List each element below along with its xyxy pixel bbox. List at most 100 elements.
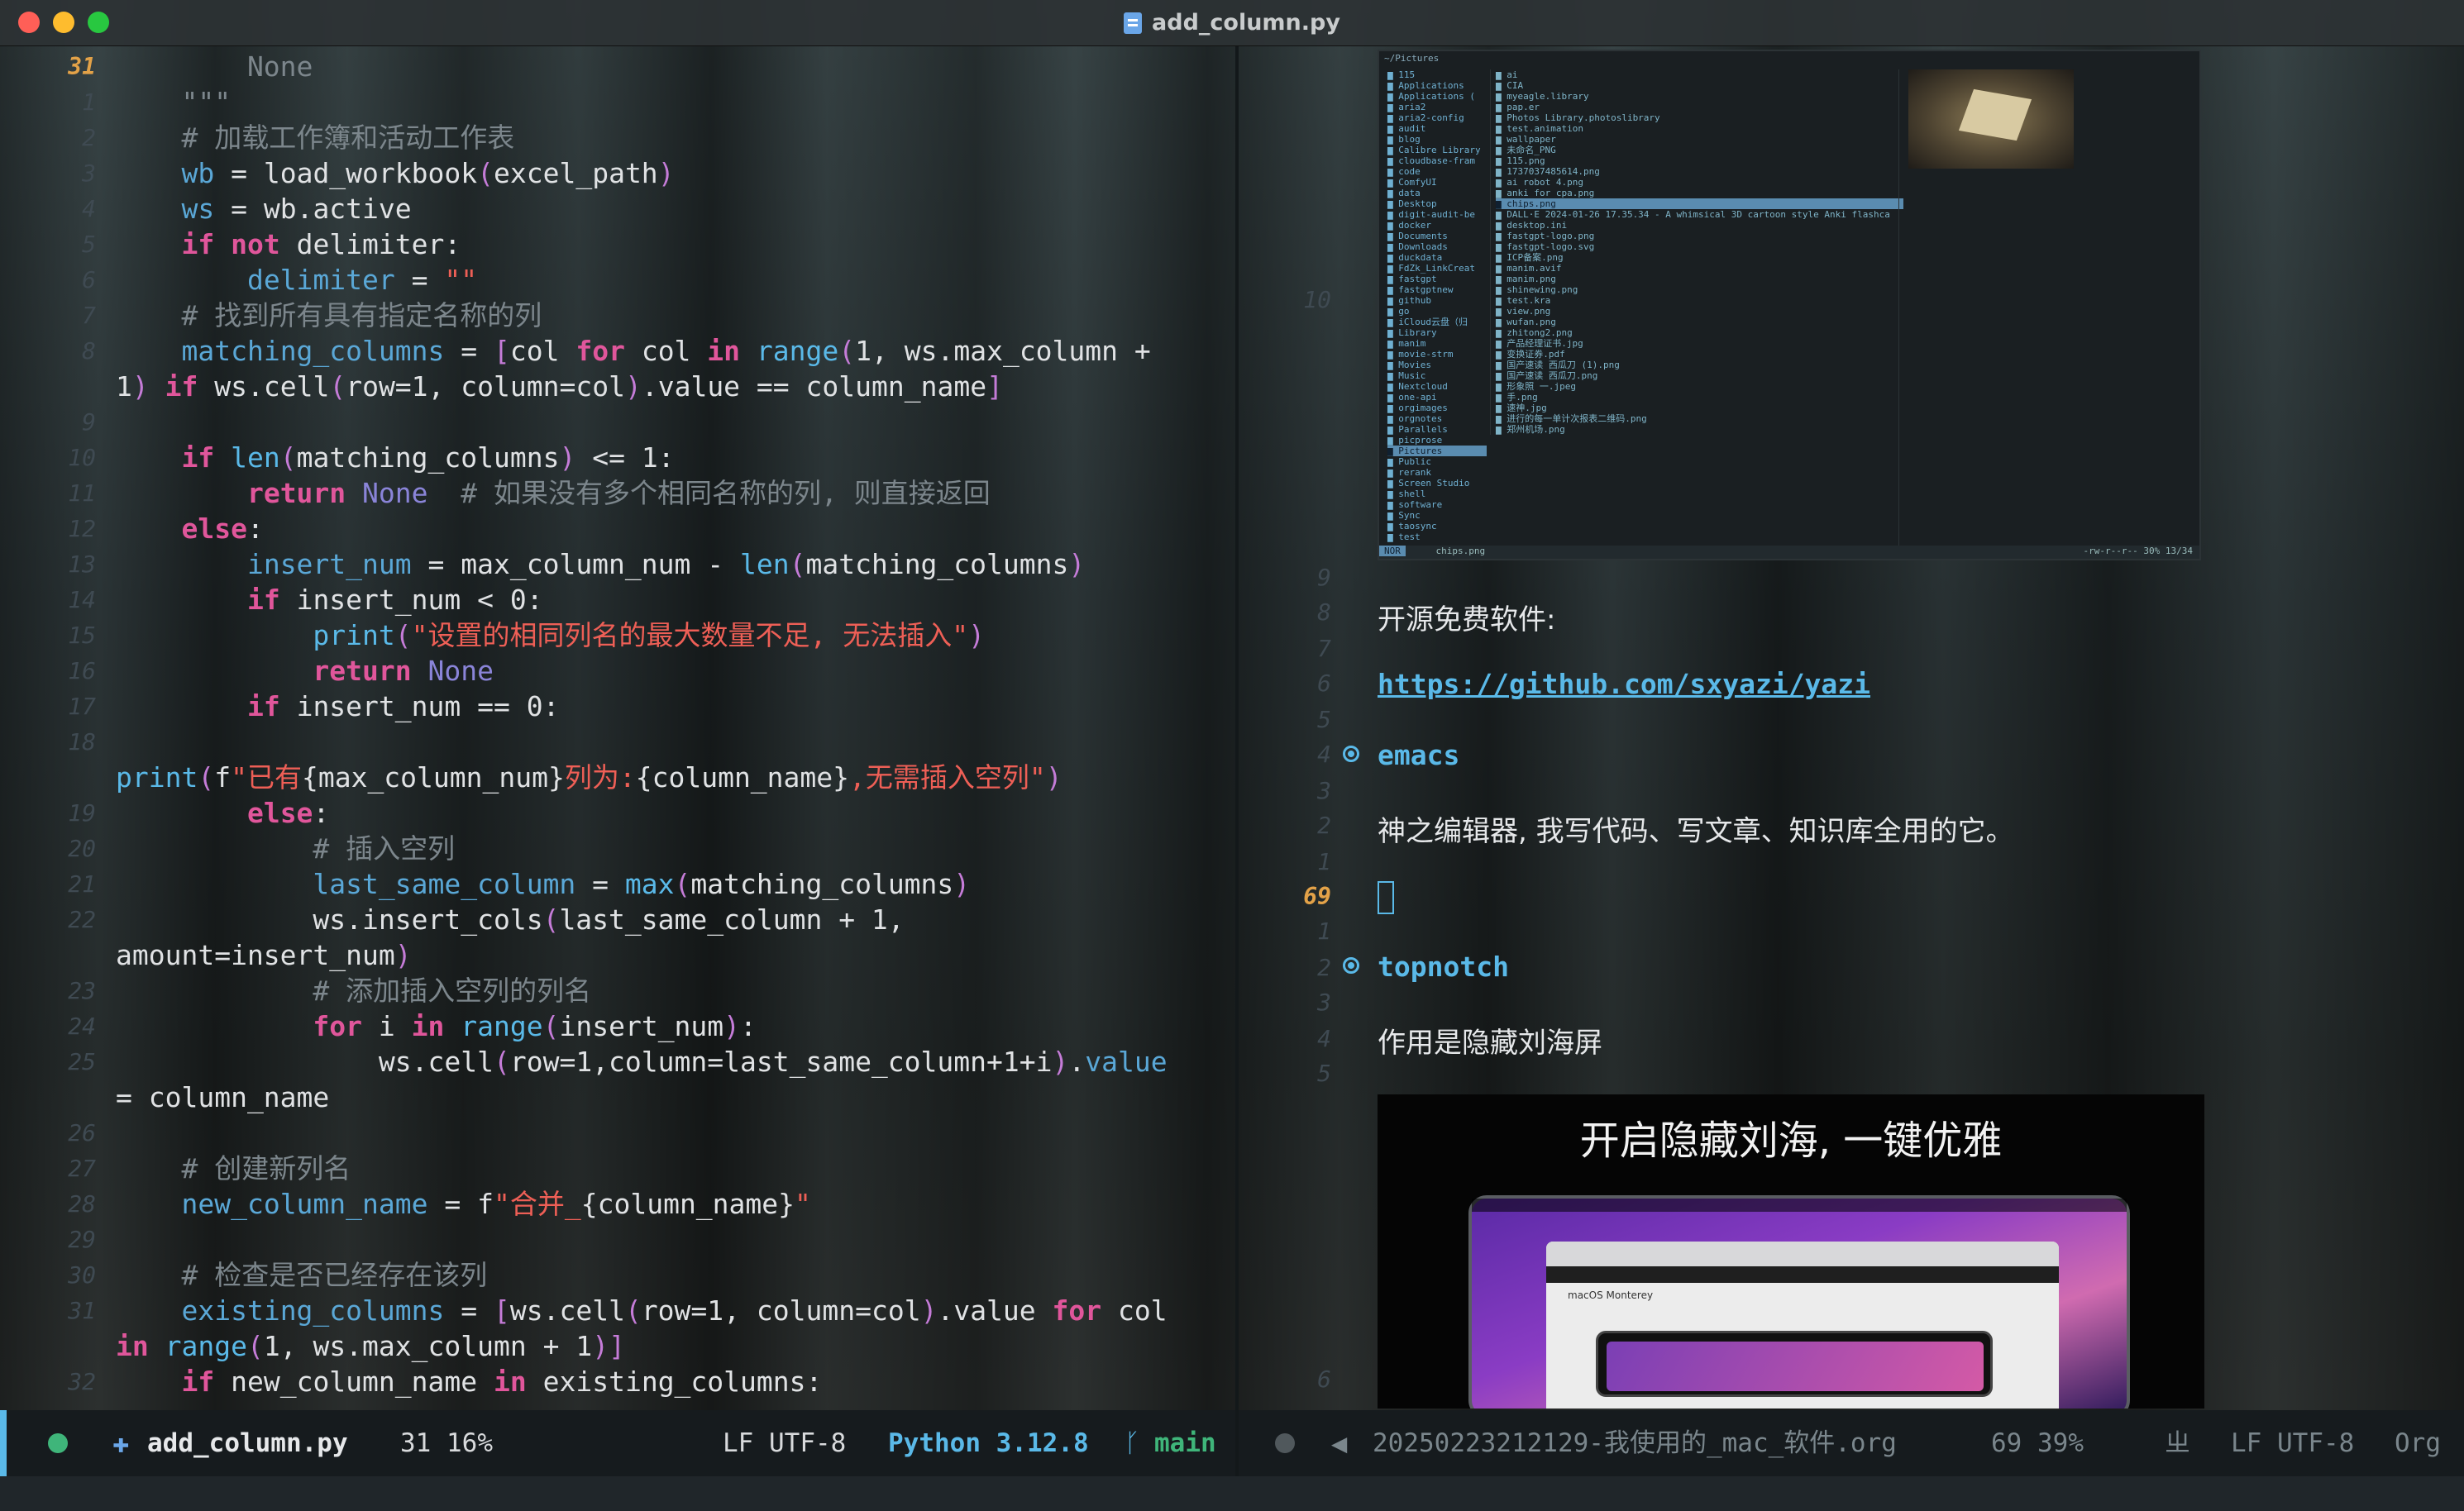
code-editor-pane[interactable]: 31 None 1 """ 2 # 加载工作簿和活动工作表 3 wb = load_w…	[0, 46, 1235, 1410]
code-text[interactable]: if insert_num == 0:	[116, 689, 560, 724]
heading-topnotch[interactable]: topnotch	[1378, 951, 1509, 983]
code-line[interactable]: 23 # 添加插入空列的列名	[0, 974, 1235, 1008]
code-line[interactable]: 31 None	[0, 50, 1235, 84]
code-text[interactable]: 1) if ws.cell(row=1, column=col).value =…	[116, 369, 1003, 404]
code-text[interactable]: print("设置的相同列名的最大数量不足, 无法插入")	[116, 618, 985, 653]
code-text[interactable]: if len(matching_columns) <= 1:	[116, 441, 674, 475]
close-window-button[interactable]	[18, 12, 40, 33]
code-text[interactable]: else:	[116, 796, 329, 831]
code-line[interactable]: 17 if insert_num == 0:	[0, 689, 1235, 724]
code-text[interactable]: insert_num = max_column_num - len(matchi…	[116, 547, 1085, 582]
code-text[interactable]: # 加载工作簿和活动工作表	[116, 121, 514, 155]
code-line[interactable]: in range(1, ws.max_column + 1)]	[0, 1329, 1235, 1364]
code-text[interactable]: for i in range(insert_num):	[116, 1009, 757, 1044]
line-number: 3	[1317, 989, 1331, 1016]
code-text[interactable]: # 添加插入空列的列名	[116, 974, 591, 1008]
code-line[interactable]: 21 last_same_column = max(matching_colum…	[0, 867, 1235, 902]
code-line[interactable]: 25 ws.cell(row=1,column=last_same_column…	[0, 1045, 1235, 1080]
code-text[interactable]: # 插入空列	[116, 832, 455, 866]
code-line[interactable]: 18	[0, 725, 1235, 760]
code-line[interactable]: 1 """	[0, 85, 1235, 120]
code-line[interactable]: 26	[0, 1116, 1235, 1151]
code-line[interactable]: 3 wb = load_workbook(excel_path)	[0, 156, 1235, 191]
left-encoding[interactable]: LF UTF-8	[723, 1410, 846, 1476]
code-line[interactable]: 32 if new_column_name in existing_column…	[0, 1365, 1235, 1399]
code-line[interactable]: 7 # 找到所有具有指定名称的列	[0, 298, 1235, 333]
code-line[interactable]: 15 print("设置的相同列名的最大数量不足, 无法插入")	[0, 618, 1235, 653]
code-line[interactable]: 29	[0, 1223, 1235, 1257]
code-line[interactable]: 5 if not delimiter:	[0, 227, 1235, 262]
line-number: 9	[82, 408, 96, 436]
code-text[interactable]: return None # 如果没有多个相同名称的列, 则直接返回	[116, 476, 991, 511]
code-line[interactable]: 20 # 插入空列	[0, 832, 1235, 866]
code-line[interactable]: 30 # 检查是否已经存在该列	[0, 1258, 1235, 1293]
code-line[interactable]: 6 delimiter = ""	[0, 263, 1235, 298]
code-line[interactable]: 16 return None	[0, 654, 1235, 689]
yazi-github-link[interactable]: https://github.com/sxyazi/yazi	[1378, 668, 1870, 700]
line-number: 17	[68, 693, 96, 720]
line-number: 8	[1317, 598, 1331, 626]
code-text[interactable]: # 检查是否已经存在该列	[116, 1258, 487, 1293]
code-text[interactable]: print(f"已有{max_column_num}列为:{column_nam…	[116, 760, 1062, 795]
code-text[interactable]: last_same_column = max(matching_columns)	[116, 867, 970, 902]
code-line[interactable]: 2 # 加载工作簿和活动工作表	[0, 121, 1235, 155]
code-text[interactable]: if new_column_name in existing_columns:	[116, 1365, 822, 1399]
code-text[interactable]: if not delimiter:	[116, 227, 461, 262]
code-line[interactable]: amount=insert_num)	[0, 938, 1235, 973]
yazi-current-column: ▆ ai ▆ CIA ▆ myeagle.library ▆ pap.er ▆ Phot…	[1490, 69, 1903, 435]
code-line[interactable]: 8 matching_columns = [col for col in ran…	[0, 334, 1235, 369]
heading-bullet-icon[interactable]	[1343, 746, 1359, 762]
code-text[interactable]: return None	[116, 654, 494, 689]
code-line[interactable]: print(f"已有{max_column_num}列为:{column_nam…	[0, 760, 1235, 795]
code-line[interactable]: 28 new_column_name = f"合并_{column_name}"	[0, 1187, 1235, 1222]
major-mode[interactable]: Org	[2395, 1410, 2441, 1476]
line-number: 10	[68, 444, 96, 471]
code-line[interactable]: 27 # 创建新列名	[0, 1151, 1235, 1186]
code-line[interactable]: 24 for i in range(insert_num):	[0, 1009, 1235, 1044]
code-text[interactable]: ws = wb.active	[116, 192, 411, 226]
code-line[interactable]: 1) if ws.cell(row=1, column=col).value =…	[0, 369, 1235, 404]
code-text[interactable]: in range(1, ws.max_column + 1)]	[116, 1329, 625, 1364]
code-line[interactable]: 9	[0, 405, 1235, 440]
git-branch[interactable]: main	[1154, 1410, 1216, 1476]
code-text[interactable]: ws.cell(row=1,column=last_same_column+1+…	[116, 1045, 1168, 1080]
code-line[interactable]: 31 existing_columns = [ws.cell(row=1, co…	[0, 1294, 1235, 1328]
code-line[interactable]: = column_name	[0, 1080, 1235, 1115]
right-encoding[interactable]: LF UTF-8	[2231, 1410, 2354, 1476]
code-line[interactable]: 22 ws.insert_cols(last_same_column + 1,	[0, 903, 1235, 937]
code-line[interactable]: 10 if len(matching_columns) <= 1:	[0, 441, 1235, 475]
code-text[interactable]: # 找到所有具有指定名称的列	[116, 298, 542, 333]
line-number: 11	[68, 479, 96, 507]
left-buffer-name[interactable]: add_column.py	[147, 1410, 348, 1476]
code-text[interactable]: ws.insert_cols(last_same_column + 1,	[116, 903, 904, 937]
zoom-window-button[interactable]	[88, 12, 109, 33]
code-line[interactable]: 4 ws = wb.active	[0, 192, 1235, 226]
code-line[interactable]: 14 if insert_num < 0:	[0, 583, 1235, 617]
code-text[interactable]: else:	[116, 512, 263, 546]
echo-area[interactable]	[0, 1476, 2464, 1511]
heading-bullet-icon[interactable]	[1343, 957, 1359, 974]
minimize-window-button[interactable]	[53, 12, 74, 33]
code-text[interactable]: None	[116, 50, 313, 84]
code-text[interactable]: = column_name	[116, 1080, 329, 1115]
line-number: 10	[1303, 286, 1331, 313]
code-line[interactable]: 13 insert_num = max_column_num - len(mat…	[0, 547, 1235, 582]
code-text[interactable]: delimiter = ""	[116, 263, 477, 298]
yazi-file-entry: ▆ anki for cpa.png	[1496, 188, 1595, 198]
code-text[interactable]: amount=insert_num)	[116, 938, 412, 973]
code-text[interactable]: if insert_num < 0:	[116, 583, 543, 617]
code-line[interactable]: 19 else:	[0, 796, 1235, 831]
code-text[interactable]: """	[116, 85, 231, 120]
right-buffer-name[interactable]: 20250223212129-我使用的_mac_软件.org	[1373, 1410, 1897, 1476]
code-text[interactable]: new_column_name = f"合并_{column_name}"	[116, 1187, 810, 1222]
code-line[interactable]: 12 else:	[0, 512, 1235, 546]
code-text[interactable]: existing_columns = [ws.cell(row=1, colum…	[116, 1294, 1167, 1328]
code-text[interactable]: wb = load_workbook(excel_path)	[116, 156, 674, 191]
heading-emacs[interactable]: emacs	[1378, 739, 1459, 771]
code-text[interactable]: matching_columns = [col for col in range…	[116, 334, 1150, 369]
code-text[interactable]: # 创建新列名	[116, 1151, 351, 1186]
yazi-file-entry: ▆ ai robot 4.png	[1496, 177, 1583, 188]
code-line[interactable]: 11 return None # 如果没有多个相同名称的列, 则直接返回	[0, 476, 1235, 511]
python-version[interactable]: Python 3.12.8	[888, 1410, 1089, 1476]
python-icon: ✚	[112, 1427, 130, 1460]
